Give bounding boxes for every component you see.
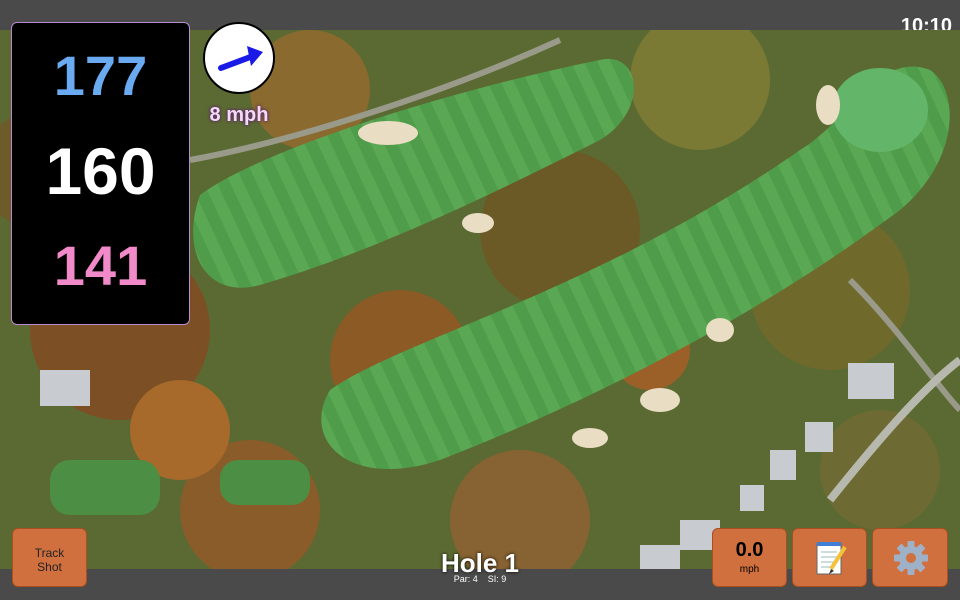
speed-value: 0.0 [735,539,764,561]
hole-info: Hole 1 Par: 4 SI: 9 [400,548,560,584]
back-yardage: 177 [53,44,148,107]
track-shot-label-line1: Track [34,546,65,560]
track-shot-label-line2: Shot [37,560,62,574]
green [832,68,928,152]
wind-direction-arrow-icon [218,46,263,71]
wind-speed: 8 mph [209,104,269,126]
wind-indicator [203,22,275,94]
center-yardage: 160 [45,134,156,208]
settings-button[interactable] [872,528,948,587]
front-yardage: 141 [53,234,148,297]
notepad-icon [816,542,847,575]
track-shot-button[interactable]: Track Shot [12,528,87,587]
par-label: Par: 4 [453,574,478,584]
speed-unit: mph [739,564,760,575]
notes-button[interactable] [792,528,867,587]
hole-details: Par: 4 SI: 9 [400,574,560,584]
speed-button[interactable]: 0.0 mph [712,528,787,587]
stroke-index-label: SI: 9 [487,574,507,584]
gear-icon [894,541,928,575]
yardage-panel: 177 160 141 [11,22,190,325]
